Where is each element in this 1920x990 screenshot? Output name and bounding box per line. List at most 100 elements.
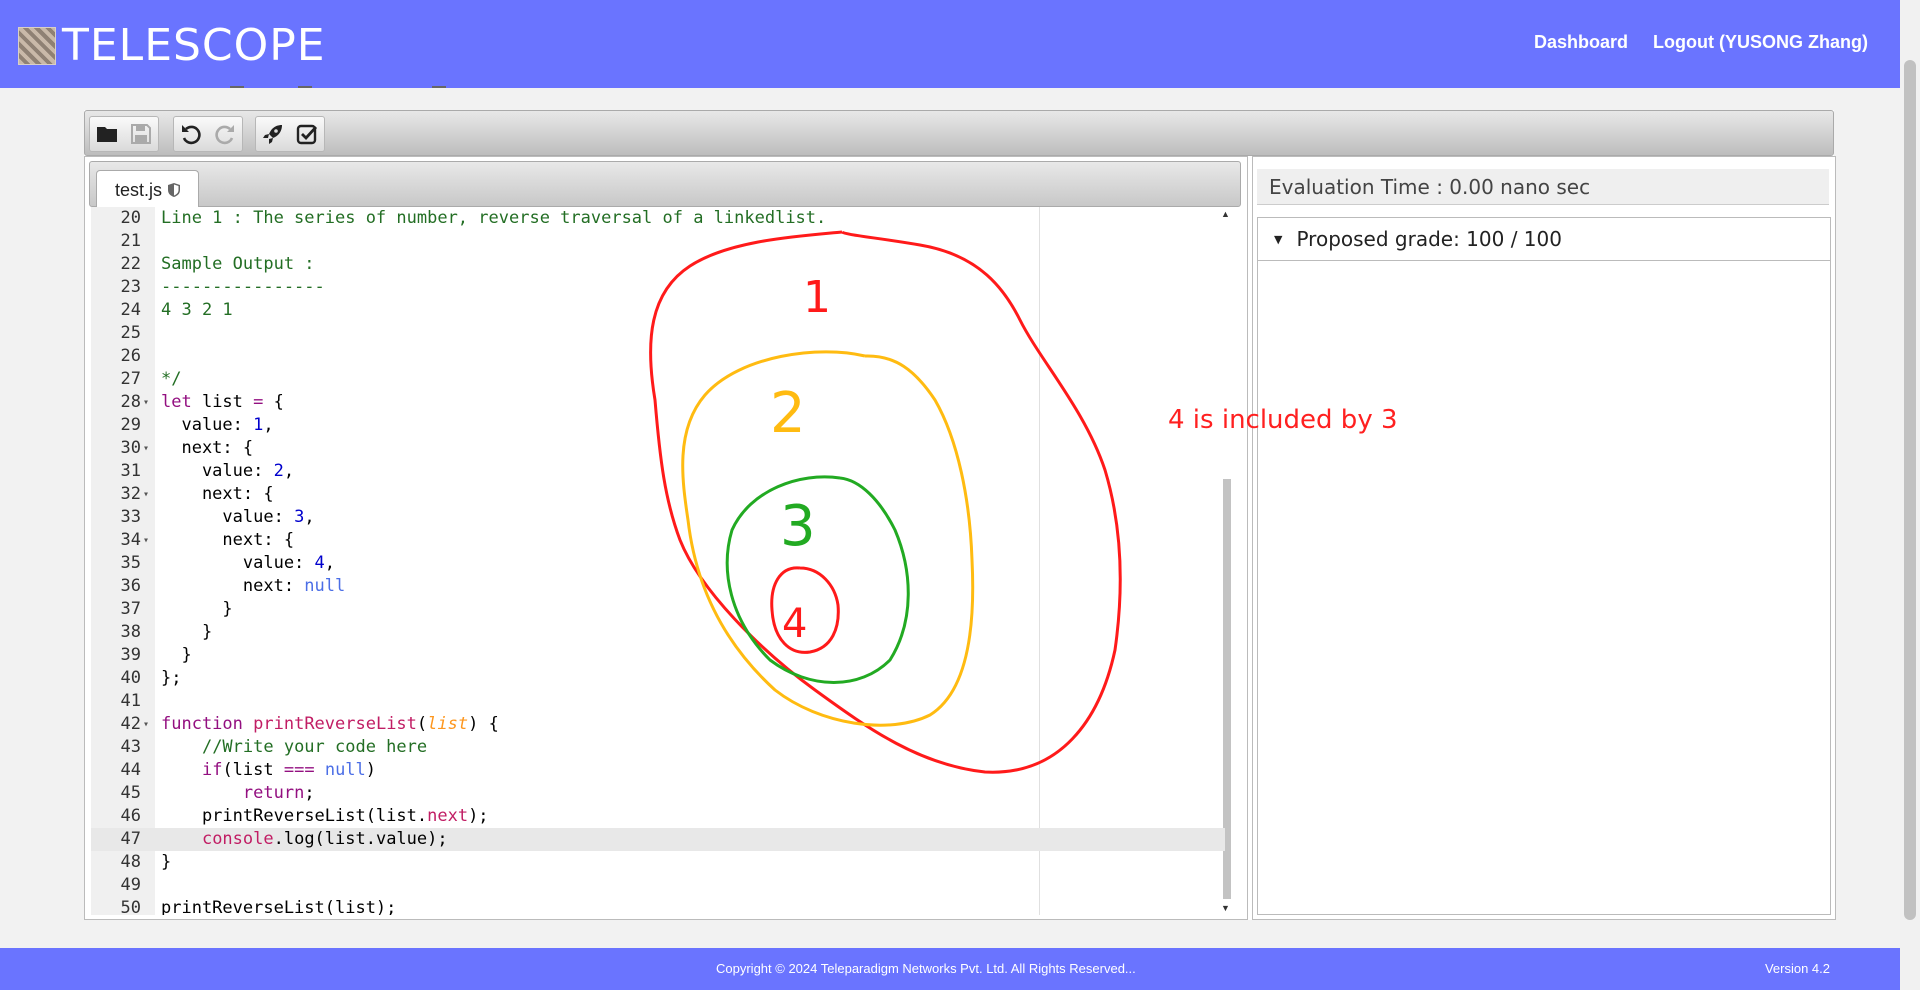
code-line[interactable]: 44 if(list === null): [91, 759, 1237, 782]
redo-button[interactable]: [208, 117, 242, 151]
line-number: 34: [120, 530, 141, 550]
code-line[interactable]: 24 4 3 2 1: [91, 299, 1237, 322]
submit-button[interactable]: [290, 117, 324, 151]
annotation-text: 4 is included by 3: [1168, 405, 1398, 435]
save-button[interactable]: [124, 117, 158, 151]
line-number: 45: [120, 783, 141, 803]
code-line[interactable]: 26: [91, 345, 1237, 368]
line-number: 40: [120, 668, 141, 688]
code-editor[interactable]: ▲ ▼ 20 Line 1 : The series of number, rev…: [91, 207, 1237, 915]
code-text: next: {: [161, 530, 295, 550]
dashboard-link[interactable]: Dashboard: [1534, 32, 1628, 53]
code-text: }: [161, 852, 172, 872]
file-tab-label: test.js: [115, 179, 163, 200]
code-line[interactable]: 20 Line 1 : The series of number, reverse…: [91, 207, 1237, 230]
undo-button[interactable]: [174, 117, 208, 151]
code-line[interactable]: 37 }: [91, 598, 1237, 621]
line-number: 20: [120, 208, 141, 228]
code-line[interactable]: 29 value: 1,: [91, 414, 1237, 437]
line-number: 21: [120, 231, 141, 251]
proposed-grade: Proposed grade: 100 / 100: [1296, 227, 1562, 251]
version-text: Version 4.2: [1764, 961, 1830, 976]
code-line[interactable]: 36 next: null: [91, 575, 1237, 598]
code-line[interactable]: 38 }: [91, 621, 1237, 644]
code-line[interactable]: 48}: [91, 851, 1237, 874]
code-text: return;: [242, 783, 315, 803]
code-text: let list = {: [161, 392, 284, 412]
run-group: [255, 116, 325, 152]
open-folder-button[interactable]: [90, 117, 124, 151]
code-text: }: [161, 599, 233, 619]
divider: [230, 86, 244, 88]
line-number: 42: [120, 714, 141, 734]
code-line[interactable]: 28 ▾ let list = {: [91, 391, 1237, 414]
footer: Copyright © 2024 Teleparadigm Networks P…: [0, 948, 1900, 990]
line-number: 24: [120, 300, 141, 320]
logo-text: TELESCOPE: [62, 20, 326, 71]
line-number: 37: [120, 599, 141, 619]
line-number: 36: [120, 576, 141, 596]
file-tabs: test.js: [89, 161, 1241, 209]
code-line[interactable]: 40};: [91, 667, 1237, 690]
line-number: 28: [120, 392, 141, 412]
rocket-icon: [263, 125, 282, 144]
code-text: next: {: [161, 438, 254, 458]
logout-link[interactable]: Logout (YUSONG Zhang): [1653, 32, 1868, 53]
page-scrollbar[interactable]: [1900, 0, 1920, 990]
grade-toggle[interactable]: ▼ Proposed grade: 100 / 100: [1258, 218, 1830, 261]
shield-icon: [168, 183, 181, 197]
fold-toggle-icon[interactable]: ▾: [143, 437, 153, 460]
code-line[interactable]: 41: [91, 690, 1237, 713]
code-text: value: 4,: [161, 553, 336, 573]
fold-toggle-icon[interactable]: ▾: [143, 529, 153, 552]
code-text: console.log(list.value);: [201, 829, 448, 849]
code-line[interactable]: 30 ▾ next: {: [91, 437, 1237, 460]
line-number: 27: [120, 369, 141, 389]
code-line[interactable]: 21: [91, 230, 1237, 253]
file-tab[interactable]: test.js: [96, 170, 200, 209]
fold-toggle-icon[interactable]: ▾: [143, 713, 153, 736]
code-line[interactable]: 25: [91, 322, 1237, 345]
code-line[interactable]: 43 //Write your code here: [91, 736, 1237, 759]
code-line[interactable]: 34 ▾ next: {: [91, 529, 1237, 552]
code-text: }: [161, 645, 192, 665]
code-line[interactable]: 27 */: [91, 368, 1237, 391]
code-line[interactable]: 31 value: 2,: [91, 460, 1237, 483]
line-number: 44: [120, 760, 141, 780]
line-number: 31: [120, 461, 141, 481]
folder-icon: [97, 127, 117, 142]
code-text: next: {: [161, 484, 274, 504]
workspace: test.js ▲ ▼ 20 Line 1 : The series of num…: [84, 110, 1836, 920]
code-line[interactable]: 49: [91, 874, 1237, 897]
code-text: Sample Output :: [161, 254, 315, 274]
line-number: 49: [120, 875, 141, 895]
code-text: printReverseList(list);: [161, 898, 397, 915]
code-line[interactable]: 46 printReverseList(list.next);: [91, 805, 1237, 828]
code-line[interactable]: 35 value: 4,: [91, 552, 1237, 575]
code-line[interactable]: 32 ▾ next: {: [91, 483, 1237, 506]
code-line[interactable]: 50 printReverseList(list);: [91, 897, 1237, 915]
fold-toggle-icon[interactable]: ▾: [143, 391, 153, 414]
code-line[interactable]: 39 }: [91, 644, 1237, 667]
code-text: printReverseList(list.next);: [161, 806, 489, 826]
code-line[interactable]: 42 ▾ function printReverseList(list) {: [91, 713, 1237, 736]
code-text: value: 1,: [161, 415, 274, 435]
line-number: 33: [120, 507, 141, 527]
divider: [298, 86, 312, 88]
grade-box: ▼ Proposed grade: 100 / 100: [1257, 217, 1831, 915]
code-text: Line 1 : The series of number, reverse t…: [161, 208, 827, 228]
run-button[interactable]: [256, 117, 290, 151]
code-line[interactable]: 22 Sample Output :: [91, 253, 1237, 276]
code-line[interactable]: 23 ----------------: [91, 276, 1237, 299]
editor-toolbar: [84, 110, 1834, 156]
fold-toggle-icon[interactable]: ▾: [143, 483, 153, 506]
code-line[interactable]: 33 value: 3,: [91, 506, 1237, 529]
line-number: 47: [120, 829, 141, 849]
line-number: 22: [120, 254, 141, 274]
page-scroll-thumb[interactable]: [1904, 60, 1916, 920]
evaluation-time: Evaluation Time : 0.00 nano sec: [1257, 169, 1829, 205]
code-line[interactable]: 45 return;: [91, 782, 1237, 805]
logo[interactable]: TELESCOPE: [18, 24, 326, 68]
code-text: //Write your code here: [201, 737, 428, 757]
code-line[interactable]: 47 console.log(list.value);: [91, 828, 1225, 851]
